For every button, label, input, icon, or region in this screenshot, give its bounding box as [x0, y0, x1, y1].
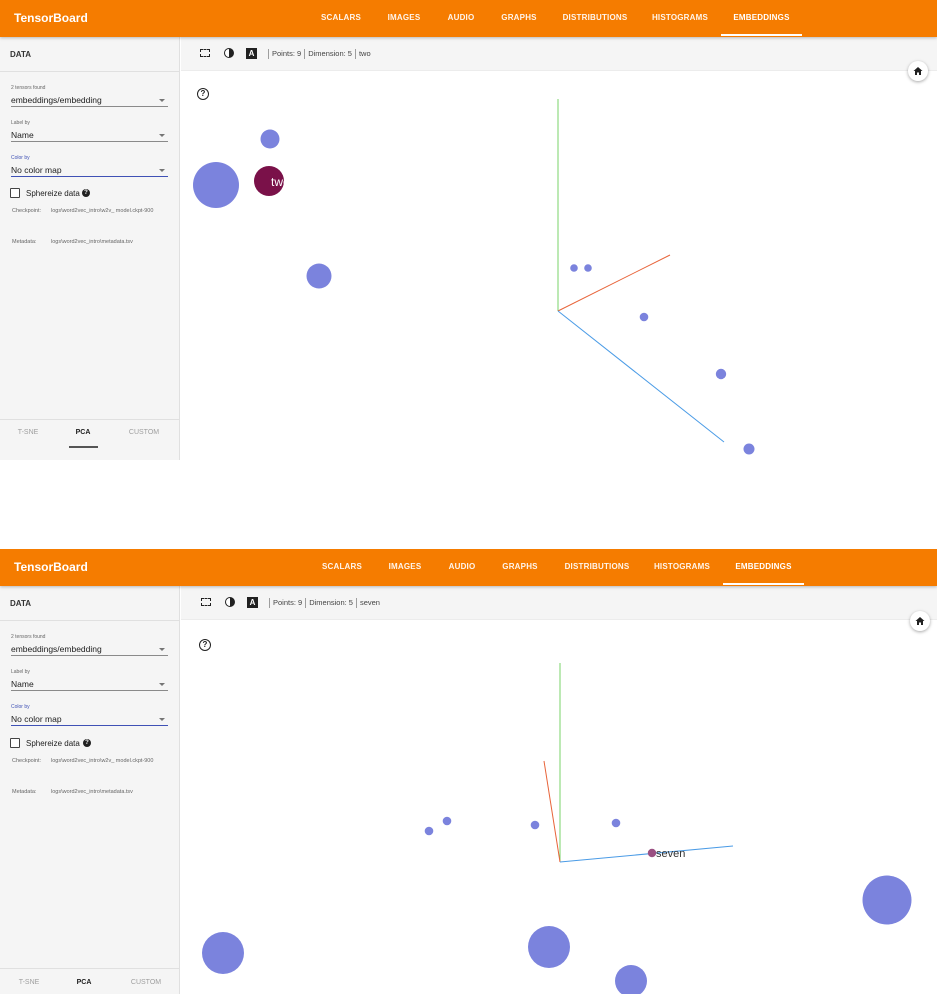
tab-histograms[interactable]: HISTOGRAMS [650, 549, 714, 586]
help-icon[interactable]: ? [197, 88, 209, 100]
embedding-point[interactable] [306, 263, 332, 289]
z-axis-line [557, 310, 725, 443]
tab-scalars[interactable]: SCALARS [318, 0, 364, 37]
tab-audio[interactable]: AUDIO [443, 0, 479, 37]
tab-scalars[interactable]: SCALARS [319, 549, 365, 586]
home-icon [913, 67, 923, 75]
embedding-point[interactable] [584, 264, 592, 272]
embedding-scatter-3d[interactable]: seven [0, 549, 937, 994]
tab-distributions[interactable]: DISTRIBUTIONS [561, 549, 633, 586]
embedding-point[interactable] [528, 926, 570, 968]
tab-graphs[interactable]: GRAPHS [497, 0, 541, 37]
home-icon [915, 617, 925, 625]
embedding-point[interactable] [715, 368, 727, 380]
embedding-point[interactable] [639, 312, 649, 322]
tab-histograms[interactable]: HISTOGRAMS [648, 0, 712, 37]
point-label: seven [656, 848, 685, 860]
tab-images[interactable]: IMAGES [383, 549, 427, 586]
tab-graphs[interactable]: GRAPHS [498, 549, 542, 586]
embedding-point[interactable] [743, 443, 755, 455]
x-axis-line [557, 254, 671, 312]
embedding-point[interactable] [530, 820, 540, 830]
tab-embeddings[interactable]: EMBEDDINGS [723, 549, 804, 586]
projector-panel-bottom: TensorBoard SCALARS IMAGES AUDIO GRAPHS … [0, 549, 937, 994]
embedding-scatter-3d[interactable]: two [0, 0, 937, 460]
tab-distributions[interactable]: DISTRIBUTIONS [559, 0, 631, 37]
z-axis-line [559, 845, 734, 863]
embedding-point[interactable] [442, 816, 452, 826]
top-nav-bar: TensorBoard SCALARS IMAGES AUDIO GRAPHS … [0, 549, 937, 586]
reset-view-button[interactable] [908, 61, 928, 81]
help-icon[interactable]: ? [199, 639, 211, 651]
embedding-point[interactable] [570, 264, 578, 272]
brand-title[interactable]: TensorBoard [14, 549, 88, 585]
embedding-point[interactable] [862, 875, 912, 925]
point-label: two [271, 175, 290, 189]
tab-images[interactable]: IMAGES [382, 0, 426, 37]
embedding-point[interactable] [202, 932, 244, 974]
embedding-point[interactable] [611, 818, 621, 828]
embedding-point[interactable] [424, 826, 434, 836]
tab-embeddings[interactable]: EMBEDDINGS [721, 0, 802, 37]
embedding-point[interactable] [615, 965, 647, 994]
top-nav-bar: TensorBoard SCALARS IMAGES AUDIO GRAPHS … [0, 0, 937, 37]
selected-embedding-point[interactable] [647, 848, 657, 858]
brand-title[interactable]: TensorBoard [14, 0, 88, 36]
x-axis-line [543, 760, 561, 863]
embedding-point[interactable] [260, 129, 280, 149]
tab-audio[interactable]: AUDIO [444, 549, 480, 586]
reset-view-button[interactable] [910, 611, 930, 631]
projector-panel-top: TensorBoard SCALARS IMAGES AUDIO GRAPHS … [0, 0, 937, 460]
embedding-point[interactable] [193, 162, 239, 208]
